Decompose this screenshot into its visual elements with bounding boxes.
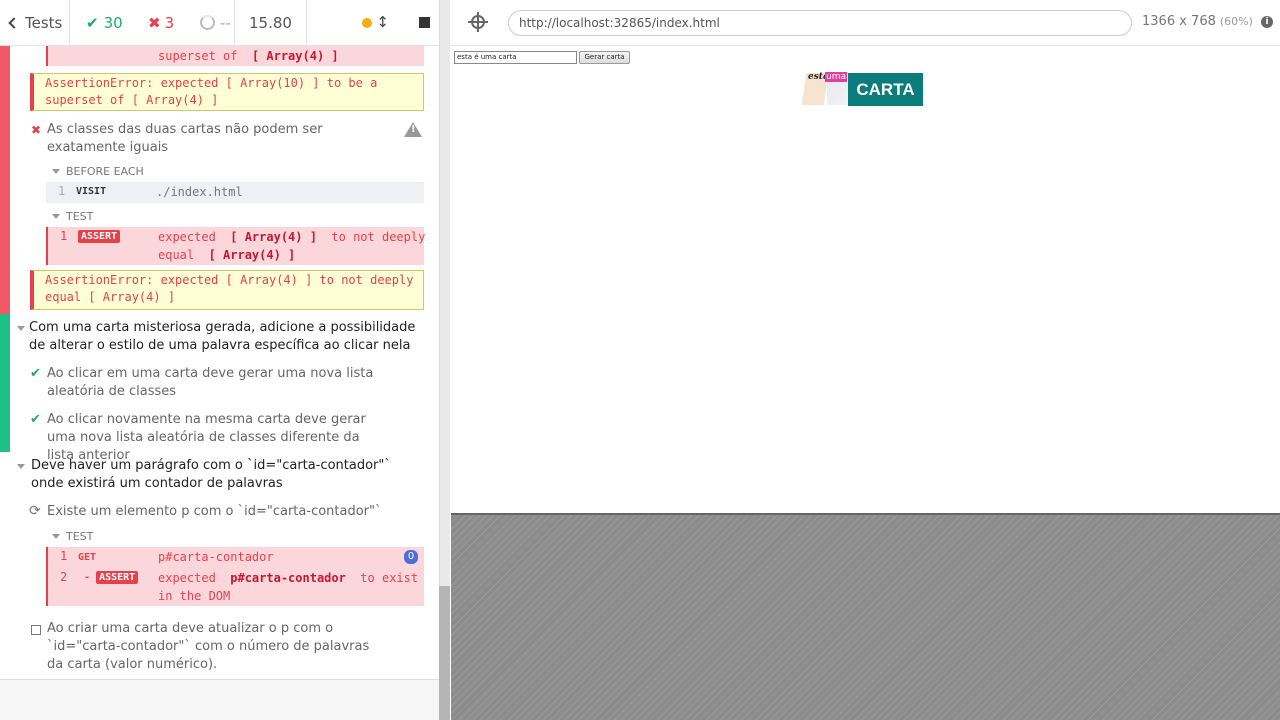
suite-pass-indicator (0, 314, 10, 452)
pending-number: -- (220, 13, 231, 32)
check-icon: ✔ (86, 13, 99, 32)
test-counts: ✔ 30 ✖ 3 -- (70, 0, 235, 45)
pass-check-icon: ✔ (30, 366, 41, 381)
reporter-scrollbar-thumb[interactable] (439, 586, 450, 720)
command-row-fragment[interactable]: superset of [ Array(4) ] (46, 46, 424, 66)
msg-bold: [ Array(4) ] (230, 230, 317, 244)
hook-label: BEFORE EACH (66, 165, 144, 178)
command-name: GET (78, 552, 97, 563)
command-row-visit[interactable]: 1 VISIT ./index.html (46, 182, 424, 203)
failed-number: 3 (164, 13, 175, 32)
suite-title[interactable]: Com uma carta misteriosa gerada, adicion… (29, 319, 424, 355)
caret-down-icon (17, 326, 25, 331)
command-row-assert[interactable]: 2 - ASSERT expected p#carta-contador to … (48, 568, 424, 606)
refresh-icon: ⟳ (29, 503, 41, 519)
caret-down-icon (17, 464, 25, 469)
app-under-test-frame: esta é uma carta Gerar carta esta uma CA… (451, 47, 1280, 513)
command-number: 2 (60, 570, 68, 584)
test-title-pending[interactable]: Ao criar uma carta deve atualizar o p co… (47, 620, 387, 674)
test-title-running[interactable]: Existe um elemento p com o `id="carta-co… (47, 503, 397, 521)
tests-back-button[interactable]: Tests (0, 0, 70, 45)
carta-text-input[interactable]: esta é uma carta (454, 51, 577, 64)
command-number: 1 (58, 184, 66, 198)
command-number: 1 (60, 229, 68, 243)
test-title-passed[interactable]: Ao clicar em uma carta deve gerar uma no… (47, 365, 397, 401)
url-bar[interactable]: http://localhost:32865/index.html (508, 10, 1132, 36)
tests-label: Tests (25, 13, 63, 32)
aut-background (451, 513, 1280, 720)
runnable-list: superset of [ Array(4) ] AssertionError:… (0, 46, 439, 680)
info-icon[interactable]: i (1261, 16, 1273, 28)
hook-label: TEST (66, 530, 94, 543)
msg-text: superset of (158, 49, 238, 63)
pending-checkbox-icon (31, 625, 41, 635)
assertion-error[interactable]: AssertionError: expected [ Array(4) ] to… (30, 270, 424, 310)
viewport-size: 1366 x 768 (1142, 14, 1216, 29)
viewport-scale: (60%) (1219, 15, 1253, 28)
passed-count: ✔ 30 (86, 14, 148, 32)
aut-header: http://localhost:32865/index.html 1366 x… (451, 0, 1280, 46)
msg-bold: [ Array(4) ] (251, 49, 339, 63)
msg-text: expected (158, 571, 216, 585)
command-number: 1 (60, 549, 68, 563)
assert-badge: ASSERT (78, 230, 121, 243)
caret-down-icon (52, 169, 60, 174)
reporter-panel: Tests ✔ 30 ✖ 3 -- 15.80 ↕ superset of [… (0, 0, 439, 720)
hook-before-each[interactable]: BEFORE EACH (52, 165, 144, 178)
viewport-info: 1366 x 768 (60%) (1142, 14, 1253, 29)
run-controls: ↕ (307, 0, 439, 45)
command-message: ./index.html (156, 185, 243, 199)
gerar-carta-button[interactable]: Gerar carta (579, 51, 630, 64)
x-icon: ✖ (148, 13, 161, 32)
command-name: ASSERT (78, 230, 121, 243)
nested-dash: - (84, 572, 91, 583)
suite-fail-indicator (0, 46, 10, 314)
fail-x-icon: ✖ (31, 123, 42, 137)
hook-label: TEST (66, 210, 94, 223)
msg-text: expected (158, 230, 216, 244)
pending-ring-icon (200, 15, 215, 30)
chevron-left-icon (8, 16, 20, 29)
card-word-carta[interactable]: CARTA (848, 73, 923, 106)
pass-check-icon: ✔ (30, 412, 41, 427)
warning-icon (404, 122, 422, 137)
command-name: VISIT (76, 186, 107, 197)
passed-number: 30 (103, 13, 123, 32)
caret-down-icon (52, 534, 60, 539)
caret-down-icon (52, 214, 60, 219)
command-message: expected p#carta-contador to exist in th… (158, 569, 420, 605)
command-message: p#carta-contador (158, 550, 274, 564)
hook-test[interactable]: TEST (52, 210, 93, 223)
hook-test[interactable]: TEST (52, 530, 93, 543)
failed-count: ✖ 3 (148, 14, 200, 32)
command-message: expected [ Array(4) ] to not deeply equa… (158, 228, 426, 264)
command-group-get-assert: 1 GET p#carta-contador 0 2 - ASSERT expe… (46, 547, 424, 606)
command-name: - ASSERT (84, 571, 139, 584)
duration: 15.80 (235, 0, 307, 45)
selector-playground-icon[interactable] (468, 12, 488, 32)
test-title-failed[interactable]: As classes das duas cartas não podem ser… (47, 121, 397, 157)
command-row-get[interactable]: 1 GET p#carta-contador 0 (48, 547, 424, 567)
msg-bold: [ Array(4) ] (208, 248, 296, 262)
stop-button[interactable] (419, 17, 430, 28)
card-word-uma[interactable]: uma (825, 72, 847, 82)
running-dot-icon (362, 17, 373, 28)
assertion-error[interactable]: AssertionError: expected [ Array(10) ] t… (30, 73, 424, 111)
pending-count: -- (200, 14, 231, 32)
msg-bold: p#carta-contador (230, 571, 346, 585)
auto-scroll-icon[interactable]: ↕ (376, 15, 389, 30)
command-message: superset of [ Array(4) ] (158, 47, 339, 65)
suite-title[interactable]: Deve haver um parágrafo com o `id="carta… (31, 457, 411, 493)
element-count-badge: 0 (404, 550, 418, 564)
assert-badge: ASSERT (96, 571, 139, 584)
command-row-assert[interactable]: 1 ASSERT expected [ Array(4) ] to not de… (46, 227, 426, 265)
stats-bar: Tests ✔ 30 ✖ 3 -- 15.80 ↕ (0, 0, 439, 46)
